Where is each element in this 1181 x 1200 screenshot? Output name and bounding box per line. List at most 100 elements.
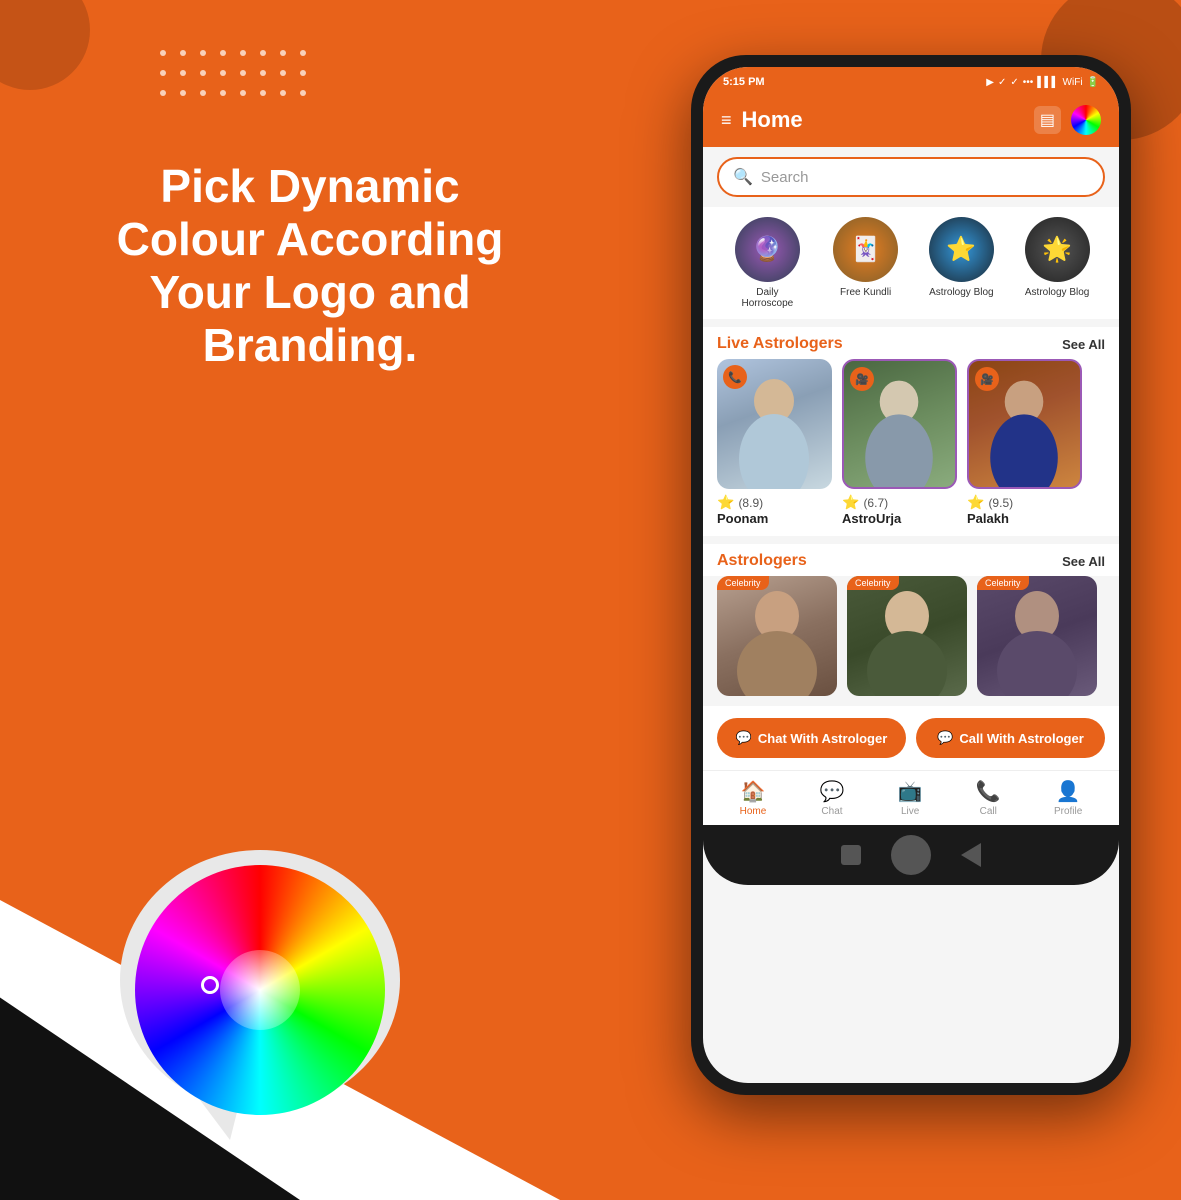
call-icon: 📞	[976, 779, 1001, 804]
main-headline: Pick Dynamic Colour According Your Logo …	[60, 160, 560, 372]
home-icon: 🏠	[741, 779, 766, 804]
category-item-blog1[interactable]: ⭐ Astrology Blog	[929, 217, 994, 309]
category-circle-blog2: 🌟	[1025, 217, 1090, 282]
rating-text-astrourja: (6.7)	[863, 496, 888, 510]
astrologer-photo-palakh: 🎥	[967, 359, 1082, 489]
notification-icon: ▶	[986, 77, 994, 88]
star-icon-astrourja: ⭐	[842, 494, 859, 511]
live-icon: 📺	[898, 779, 923, 804]
color-wheel-cursor[interactable]	[201, 976, 219, 994]
astrologers-title: Astrologers	[717, 552, 807, 570]
signal-icon: ▌▌▌	[1037, 77, 1058, 88]
phone-frame: 5:15 PM ▶ ✓ ✓ ••• ▌▌▌ WiFi 🔋 ≡ Home	[691, 55, 1131, 1095]
celebrity-cards-list: Celebrity Celebrity Celebrity	[703, 576, 1119, 706]
android-square-btn[interactable]	[841, 845, 861, 865]
star-icon-poonam: ⭐	[717, 494, 734, 511]
color-wheel-container[interactable]	[100, 810, 420, 1150]
live-astrologers-list: 📞 ⭐ (8.9) Poonam	[703, 359, 1119, 536]
color-wheel[interactable]	[135, 865, 385, 1115]
nav-label-chat: Chat	[821, 806, 842, 817]
hamburger-icon[interactable]: ≡	[721, 110, 732, 131]
astrologer-name-astrourja: AstroUrja	[842, 511, 957, 526]
status-time: 5:15 PM	[723, 76, 765, 88]
category-item-blog2[interactable]: 🌟 Astrology Blog	[1025, 217, 1090, 309]
header-left: ≡ Home	[721, 107, 803, 133]
bottom-nav: 🏠 Home 💬 Chat 📺 Live 📞 Call 👤 Pro	[703, 770, 1119, 825]
category-circle-blog1: ⭐	[929, 217, 994, 282]
wallet-icon: ▤	[1040, 112, 1055, 129]
android-back-btn[interactable]	[961, 843, 981, 867]
dots-icon: •••	[1023, 77, 1034, 88]
astrologer-photo-poonam: 📞	[717, 359, 832, 489]
star-icon-palakh: ⭐	[967, 494, 984, 511]
live-astrologers-header: Live Astrologers See All	[703, 327, 1119, 359]
headline-line2: Colour According	[60, 213, 560, 266]
astrologer-name-palakh: Palakh	[967, 511, 1082, 526]
profile-icon: 👤	[1056, 779, 1081, 804]
celebrity-card-1[interactable]: Celebrity	[717, 576, 837, 696]
android-home-btn[interactable]	[891, 835, 931, 875]
call-cta-label: Call With Astrologer	[959, 731, 1083, 746]
color-picker-button[interactable]	[1071, 105, 1101, 135]
android-nav-bar	[703, 825, 1119, 885]
wallet-button[interactable]: ▤	[1034, 106, 1061, 134]
cta-buttons: 💬 Chat With Astrologer 💬 Call With Astro…	[703, 706, 1119, 770]
rating-text-palakh: (9.5)	[988, 496, 1013, 510]
left-content: Pick Dynamic Colour According Your Logo …	[60, 160, 560, 372]
call-with-astrologer-button[interactable]: 💬 Call With Astrologer	[916, 718, 1105, 758]
nav-item-home[interactable]: 🏠 Home	[740, 779, 767, 817]
search-bar[interactable]: 🔍 Search	[717, 157, 1105, 197]
celebrity-card-3[interactable]: Celebrity	[977, 576, 1097, 696]
nav-label-call: Call	[980, 806, 997, 817]
color-wheel-inner	[220, 950, 300, 1030]
phone-wrapper: 5:15 PM ▶ ✓ ✓ ••• ▌▌▌ WiFi 🔋 ≡ Home	[691, 55, 1151, 1125]
headline-line3: Your Logo and Branding.	[60, 266, 560, 372]
nav-item-chat[interactable]: 💬 Chat	[820, 779, 845, 817]
phone-screen: 5:15 PM ▶ ✓ ✓ ••• ▌▌▌ WiFi 🔋 ≡ Home	[703, 67, 1119, 1083]
wifi-icon: WiFi	[1063, 77, 1083, 88]
astrologer-card-astrourja[interactable]: 🎥 ⭐ (6.7) AstroUrja	[842, 359, 957, 526]
category-circle-kundli: 🃏	[833, 217, 898, 282]
chat-cta-icon: 💬	[736, 730, 752, 746]
astrologer-photo-astrourja: 🎥	[842, 359, 957, 489]
nav-item-live[interactable]: 📺 Live	[898, 779, 923, 817]
header-right: ▤	[1034, 105, 1101, 135]
category-circle-horroscope: 🔮	[735, 217, 800, 282]
category-label-blog2: Astrology Blog	[1025, 287, 1089, 298]
category-item-kundli[interactable]: 🃏 Free Kundli	[833, 217, 898, 309]
headline-line1: Pick Dynamic	[60, 160, 560, 213]
nav-item-call[interactable]: 📞 Call	[976, 779, 1001, 817]
check2-icon: ✓	[1010, 77, 1018, 88]
astrologers-header: Astrologers See All	[703, 544, 1119, 576]
live-astrologers-see-all[interactable]: See All	[1062, 337, 1105, 352]
nav-label-live: Live	[901, 806, 919, 817]
live-astrologers-title: Live Astrologers	[717, 335, 843, 353]
battery-icon: 🔋	[1087, 77, 1099, 88]
search-icon: 🔍	[733, 167, 753, 187]
astrologer-rating-astrourja: ⭐ (6.7)	[842, 494, 957, 511]
search-placeholder-text: Search	[761, 169, 809, 186]
category-label-blog1: Astrology Blog	[929, 287, 993, 298]
check-icon: ✓	[998, 77, 1006, 88]
astrologer-name-poonam: Poonam	[717, 511, 832, 526]
category-label-horroscope: Daily Horroscope	[732, 287, 802, 309]
dots-pattern	[160, 50, 314, 104]
nav-item-profile[interactable]: 👤 Profile	[1054, 779, 1082, 817]
astrologer-card-palakh[interactable]: 🎥 ⭐ (9.5) Palakh	[967, 359, 1082, 526]
rating-text-poonam: (8.9)	[738, 496, 763, 510]
status-bar: 5:15 PM ▶ ✓ ✓ ••• ▌▌▌ WiFi 🔋	[703, 67, 1119, 97]
app-header: ≡ Home ▤	[703, 97, 1119, 147]
nav-label-home: Home	[740, 806, 767, 817]
header-title: Home	[742, 107, 803, 133]
nav-label-profile: Profile	[1054, 806, 1082, 817]
astrologers-see-all[interactable]: See All	[1062, 554, 1105, 569]
chat-with-astrologer-button[interactable]: 💬 Chat With Astrologer	[717, 718, 906, 758]
chat-cta-label: Chat With Astrologer	[758, 731, 887, 746]
categories-row: 🔮 Daily Horroscope 🃏 Free Kundli ⭐ Astro…	[703, 207, 1119, 319]
call-cta-icon: 💬	[937, 730, 953, 746]
speech-bubble	[110, 850, 410, 1150]
astrologer-card-poonam[interactable]: 📞 ⭐ (8.9) Poonam	[717, 359, 832, 526]
status-icons: ▶ ✓ ✓ ••• ▌▌▌ WiFi 🔋	[986, 77, 1099, 88]
category-item-horroscope[interactable]: 🔮 Daily Horroscope	[732, 217, 802, 309]
celebrity-card-2[interactable]: Celebrity	[847, 576, 967, 696]
